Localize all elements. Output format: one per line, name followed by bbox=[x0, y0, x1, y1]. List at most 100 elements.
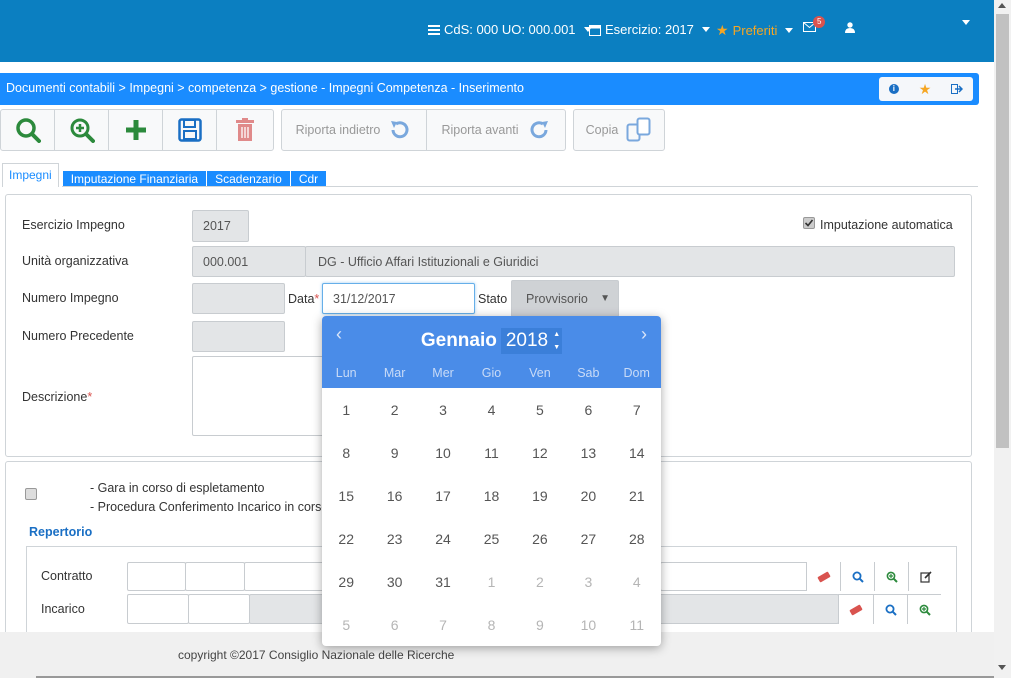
contratto-search-button[interactable] bbox=[840, 562, 874, 591]
day-cell[interactable]: 17 bbox=[419, 474, 467, 517]
day-cell[interactable]: 14 bbox=[613, 431, 661, 474]
riporta-avanti-button[interactable]: Riporta avanti bbox=[427, 110, 565, 150]
day-cell[interactable]: 1 bbox=[467, 560, 515, 603]
preferiti-menu[interactable]: ★ Preferiti bbox=[716, 22, 794, 39]
contratto-field-2[interactable] bbox=[185, 562, 245, 591]
scroll-up-arrow-icon[interactable] bbox=[998, 3, 1006, 8]
day-cell[interactable]: 24 bbox=[419, 517, 467, 560]
day-cell[interactable]: 4 bbox=[613, 560, 661, 603]
year-up-arrow-icon[interactable]: ▲ bbox=[553, 331, 560, 338]
undo-icon bbox=[391, 121, 409, 139]
day-cell[interactable]: 21 bbox=[613, 474, 661, 517]
cds-uo-menu[interactable]: CdS: 000 UO: 000.001 bbox=[428, 22, 592, 37]
info-icon[interactable]: i bbox=[888, 84, 899, 94]
copyright-text: copyright ©2017 Consiglio Nazionale dell… bbox=[178, 648, 455, 662]
day-cell[interactable]: 15 bbox=[322, 474, 370, 517]
day-cell[interactable]: 10 bbox=[419, 431, 467, 474]
day-cell[interactable]: 28 bbox=[613, 517, 661, 560]
year-down-arrow-icon[interactable]: ▼ bbox=[553, 344, 560, 351]
day-cell[interactable]: 7 bbox=[419, 603, 467, 646]
day-cell[interactable]: 29 bbox=[322, 560, 370, 603]
search-zoom-button[interactable] bbox=[55, 110, 109, 150]
day-cell[interactable]: 25 bbox=[467, 517, 515, 560]
incarico-clear-button[interactable] bbox=[839, 595, 873, 624]
day-cell[interactable]: 9 bbox=[370, 431, 418, 474]
copia-button[interactable]: Copia bbox=[574, 110, 664, 150]
incarico-field-1[interactable] bbox=[127, 594, 189, 624]
tab-scadenzario[interactable]: Scadenzario bbox=[207, 171, 291, 187]
scroll-thumb[interactable] bbox=[996, 14, 1009, 448]
messages-button[interactable]: 5 bbox=[803, 16, 826, 32]
day-cell[interactable]: 13 bbox=[564, 431, 612, 474]
user-menu[interactable] bbox=[845, 22, 855, 33]
day-cell[interactable]: 11 bbox=[467, 431, 515, 474]
day-cell[interactable]: 2 bbox=[516, 560, 564, 603]
contratto-field-1[interactable] bbox=[127, 562, 186, 591]
day-cell[interactable]: 20 bbox=[564, 474, 612, 517]
year-spinner[interactable]: 2018 ▲ ▼ bbox=[500, 328, 563, 354]
search-button[interactable] bbox=[1, 110, 55, 150]
gara-procedura-checkbox[interactable] bbox=[25, 488, 37, 500]
day-cell[interactable]: 10 bbox=[564, 603, 612, 646]
weekday-header-row: Lun Mar Mer Gio Ven Sab Dom bbox=[322, 366, 661, 380]
day-cell[interactable]: 8 bbox=[467, 603, 515, 646]
day-cell[interactable]: 9 bbox=[516, 603, 564, 646]
tab-impegni[interactable]: Impegni bbox=[2, 163, 59, 187]
esercizio-menu[interactable]: Esercizio: 2017 bbox=[589, 22, 710, 37]
tab-cdr[interactable]: Cdr bbox=[290, 171, 328, 187]
next-month-chevron-icon[interactable]: › bbox=[641, 324, 647, 345]
day-cell[interactable]: 5 bbox=[516, 388, 564, 431]
day-cell[interactable]: 11 bbox=[613, 603, 661, 646]
day-cell[interactable]: 3 bbox=[419, 388, 467, 431]
riporta-avanti-label: Riporta avanti bbox=[441, 123, 519, 137]
riporta-indietro-label: Riporta indietro bbox=[295, 123, 381, 137]
day-cell[interactable]: 31 bbox=[419, 560, 467, 603]
day-cell[interactable]: 5 bbox=[322, 603, 370, 646]
weekday-label: Ven bbox=[529, 366, 551, 380]
scroll-down-arrow-icon[interactable] bbox=[998, 665, 1006, 670]
day-cell[interactable]: 23 bbox=[370, 517, 418, 560]
delete-button[interactable] bbox=[217, 110, 273, 150]
day-cell[interactable]: 6 bbox=[370, 603, 418, 646]
day-cell[interactable]: 4 bbox=[467, 388, 515, 431]
contratto-field-3[interactable] bbox=[244, 562, 324, 591]
day-cell[interactable]: 6 bbox=[564, 388, 612, 431]
check-icon bbox=[804, 219, 814, 227]
chevron-down-icon bbox=[785, 28, 794, 33]
day-cell[interactable]: 16 bbox=[370, 474, 418, 517]
tab-imputazione-finanziaria[interactable]: Imputazione Finanziaria bbox=[62, 171, 208, 187]
calendar-icon bbox=[589, 24, 601, 36]
add-button[interactable] bbox=[109, 110, 163, 150]
day-cell[interactable]: 2 bbox=[370, 388, 418, 431]
imputazione-automatica-checkbox[interactable] bbox=[803, 217, 815, 229]
incarico-zoom-button[interactable] bbox=[907, 595, 941, 624]
star-icon[interactable]: ★ bbox=[919, 81, 932, 98]
main-menu-toggle[interactable] bbox=[958, 20, 970, 25]
day-cell[interactable]: 22 bbox=[322, 517, 370, 560]
day-cell[interactable]: 1 bbox=[322, 388, 370, 431]
day-cell[interactable]: 18 bbox=[467, 474, 515, 517]
stato-select[interactable]: Provvisorio ▼ bbox=[511, 280, 619, 317]
data-input[interactable]: 31/12/2017 bbox=[322, 283, 475, 314]
contratto-edit-button[interactable] bbox=[908, 562, 942, 591]
day-cell[interactable]: 12 bbox=[516, 431, 564, 474]
exit-icon[interactable] bbox=[951, 84, 964, 94]
incarico-search-button[interactable] bbox=[873, 595, 907, 624]
plus-icon bbox=[125, 120, 146, 140]
save-button[interactable] bbox=[163, 110, 217, 150]
day-cell[interactable]: 26 bbox=[516, 517, 564, 560]
day-cell[interactable]: 27 bbox=[564, 517, 612, 560]
day-cell[interactable]: 8 bbox=[322, 431, 370, 474]
incarico-field-2[interactable] bbox=[188, 594, 250, 624]
contratto-zoom-button[interactable] bbox=[874, 562, 908, 591]
day-cell[interactable]: 30 bbox=[370, 560, 418, 603]
riporta-indietro-button[interactable]: Riporta indietro bbox=[282, 110, 427, 150]
contratto-clear-button[interactable] bbox=[806, 562, 840, 591]
day-cell[interactable]: 7 bbox=[613, 388, 661, 431]
save-icon bbox=[177, 118, 202, 142]
page-scrollbar[interactable] bbox=[994, 0, 1011, 678]
day-cell[interactable]: 19 bbox=[516, 474, 564, 517]
descrizione-textarea[interactable] bbox=[192, 356, 332, 436]
weekday-label: Mer bbox=[432, 366, 454, 380]
day-cell[interactable]: 3 bbox=[564, 560, 612, 603]
